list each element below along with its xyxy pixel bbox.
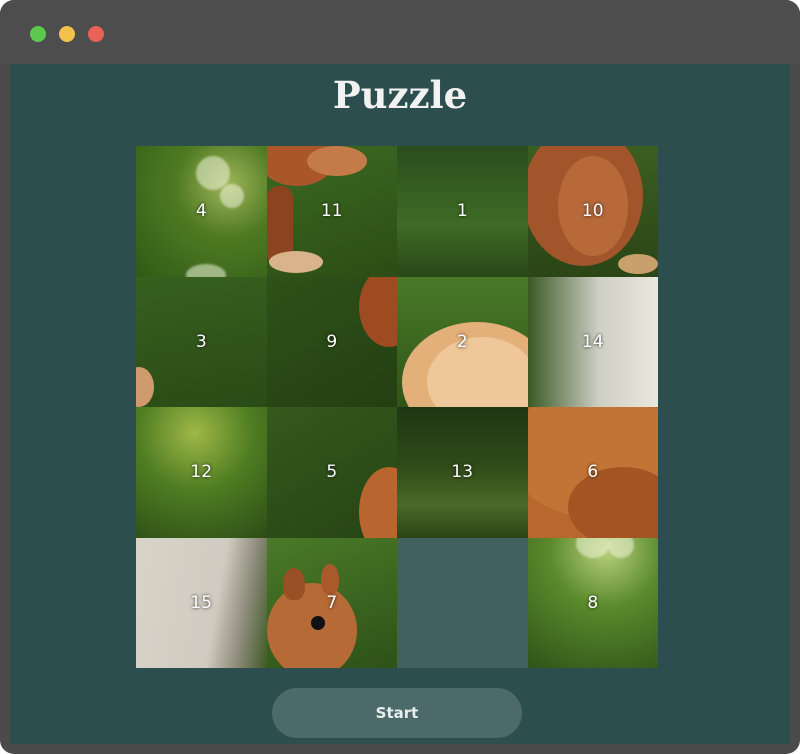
tile-number: 12 [190, 462, 213, 483]
puzzle-tile[interactable]: 6 [527, 407, 658, 538]
puzzle-tile[interactable]: 7 [266, 537, 397, 668]
puzzle-tile[interactable]: 1 [397, 146, 528, 277]
window-minimize-button[interactable] [59, 26, 75, 42]
puzzle-tile[interactable]: 10 [527, 146, 658, 277]
tile-number: 15 [190, 592, 213, 613]
tile-number: 1 [456, 201, 468, 222]
puzzle-board: 4 11 1 10 3 9 2 14 12 5 13 6 15 7 8 [136, 146, 658, 668]
puzzle-tile[interactable]: 12 [136, 407, 267, 538]
empty-slot[interactable] [397, 537, 528, 669]
puzzle-tile[interactable]: 2 [397, 276, 528, 407]
tile-number [397, 538, 528, 669]
puzzle-tile[interactable]: 3 [136, 276, 267, 407]
puzzle-tile[interactable]: 9 [266, 276, 397, 407]
start-button[interactable]: Start [272, 688, 522, 738]
tile-number: 14 [581, 331, 604, 352]
tile-number: 13 [451, 462, 474, 483]
puzzle-tile[interactable]: 14 [527, 276, 658, 407]
puzzle-tile[interactable]: 13 [397, 407, 528, 538]
page-title: Puzzle [332, 73, 468, 117]
puzzle-tile[interactable]: 15 [136, 537, 267, 668]
puzzle-tile[interactable]: 4 [136, 146, 267, 277]
title-bar [0, 0, 800, 64]
window-close-button[interactable] [30, 26, 46, 42]
puzzle-tile[interactable]: 8 [527, 537, 658, 668]
puzzle-tile[interactable]: 5 [266, 407, 397, 538]
puzzle-tile[interactable]: 11 [266, 146, 397, 277]
tile-number: 3 [195, 331, 207, 352]
game-area: Puzzle 4 11 1 10 3 9 2 14 12 5 13 6 15 7… [10, 64, 790, 744]
window-maximize-button[interactable] [88, 26, 104, 42]
app-window: Puzzle 4 11 1 10 3 9 2 14 12 5 13 6 15 7… [0, 0, 800, 754]
